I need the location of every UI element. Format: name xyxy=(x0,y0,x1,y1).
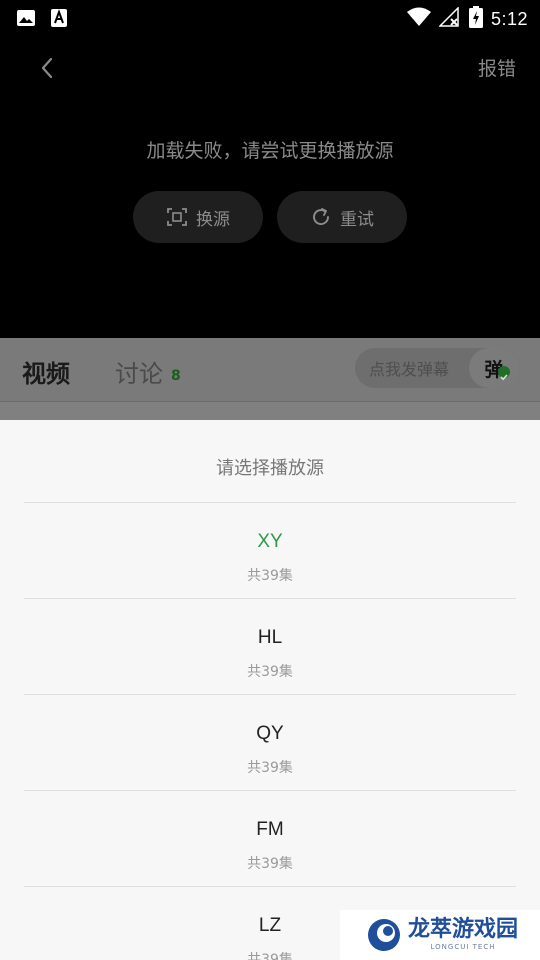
sheet-title: 请选择播放源 xyxy=(216,458,324,479)
source-episode-count: 共39集 xyxy=(247,760,293,776)
source-option[interactable]: HL 共39集 xyxy=(24,599,516,695)
retry-button[interactable]: 重试 xyxy=(277,191,407,243)
battery-icon xyxy=(468,6,483,32)
back-button[interactable] xyxy=(34,54,62,82)
no-signal-icon xyxy=(438,6,461,31)
source-name: QY xyxy=(256,723,284,744)
switch-source-icon xyxy=(167,208,187,226)
source-episode-count: 共39集 xyxy=(247,856,293,872)
danmaku-toggle[interactable]: 弹 xyxy=(469,348,519,388)
watermark-subtext: LONGCUI TECH xyxy=(430,943,496,951)
tab-video[interactable]: 视频 xyxy=(22,354,70,389)
video-player[interactable]: 报错 加载失败，请尝试更换播放源 换源 重试 xyxy=(0,36,540,338)
error-message: 加载失败，请尝试更换播放源 xyxy=(146,140,394,162)
check-icon xyxy=(498,366,510,381)
source-name: FM xyxy=(256,819,284,840)
source-option[interactable]: QY 共39集 xyxy=(24,695,516,791)
watermark-logo-icon xyxy=(368,919,400,951)
chevron-left-icon xyxy=(41,57,53,79)
watermark-text: 龙萃游戏园 xyxy=(408,917,519,942)
wifi-icon xyxy=(406,7,431,31)
clock: 5:12 xyxy=(490,8,528,29)
status-bar: 5:12 xyxy=(0,0,540,36)
source-option[interactable]: XY 共39集 xyxy=(24,503,516,599)
text-app-icon xyxy=(50,8,68,32)
source-name: XY xyxy=(257,531,283,552)
source-episode-count: 共39集 xyxy=(247,568,293,584)
danmaku-input[interactable]: 点我发弹幕 xyxy=(355,356,469,380)
tab-bar: 视频 讨论 8 点我发弹幕 弹 xyxy=(0,338,540,402)
danmaku-bar: 点我发弹幕 弹 xyxy=(355,348,519,388)
retry-label: 重试 xyxy=(340,209,374,230)
source-picker-sheet: 请选择播放源 XY 共39集 HL 共39集 QY 共39集 FM 共39集 LZ 共39集 xyxy=(0,420,540,960)
refresh-icon xyxy=(313,208,329,225)
source-episode-count: 共39集 xyxy=(247,664,293,680)
report-button[interactable]: 报错 xyxy=(478,54,516,81)
watermark: 龙萃游戏园 LONGCUI TECH xyxy=(340,910,540,960)
source-option[interactable]: FM 共39集 xyxy=(24,791,516,887)
image-icon xyxy=(16,8,36,32)
tab-discuss[interactable]: 讨论 xyxy=(115,354,163,389)
dim-overlay[interactable] xyxy=(0,402,540,420)
change-source-label: 换源 xyxy=(196,209,230,230)
discuss-count-badge: 8 xyxy=(171,368,181,384)
source-name: HL xyxy=(257,627,283,648)
change-source-button[interactable]: 换源 xyxy=(133,191,263,243)
